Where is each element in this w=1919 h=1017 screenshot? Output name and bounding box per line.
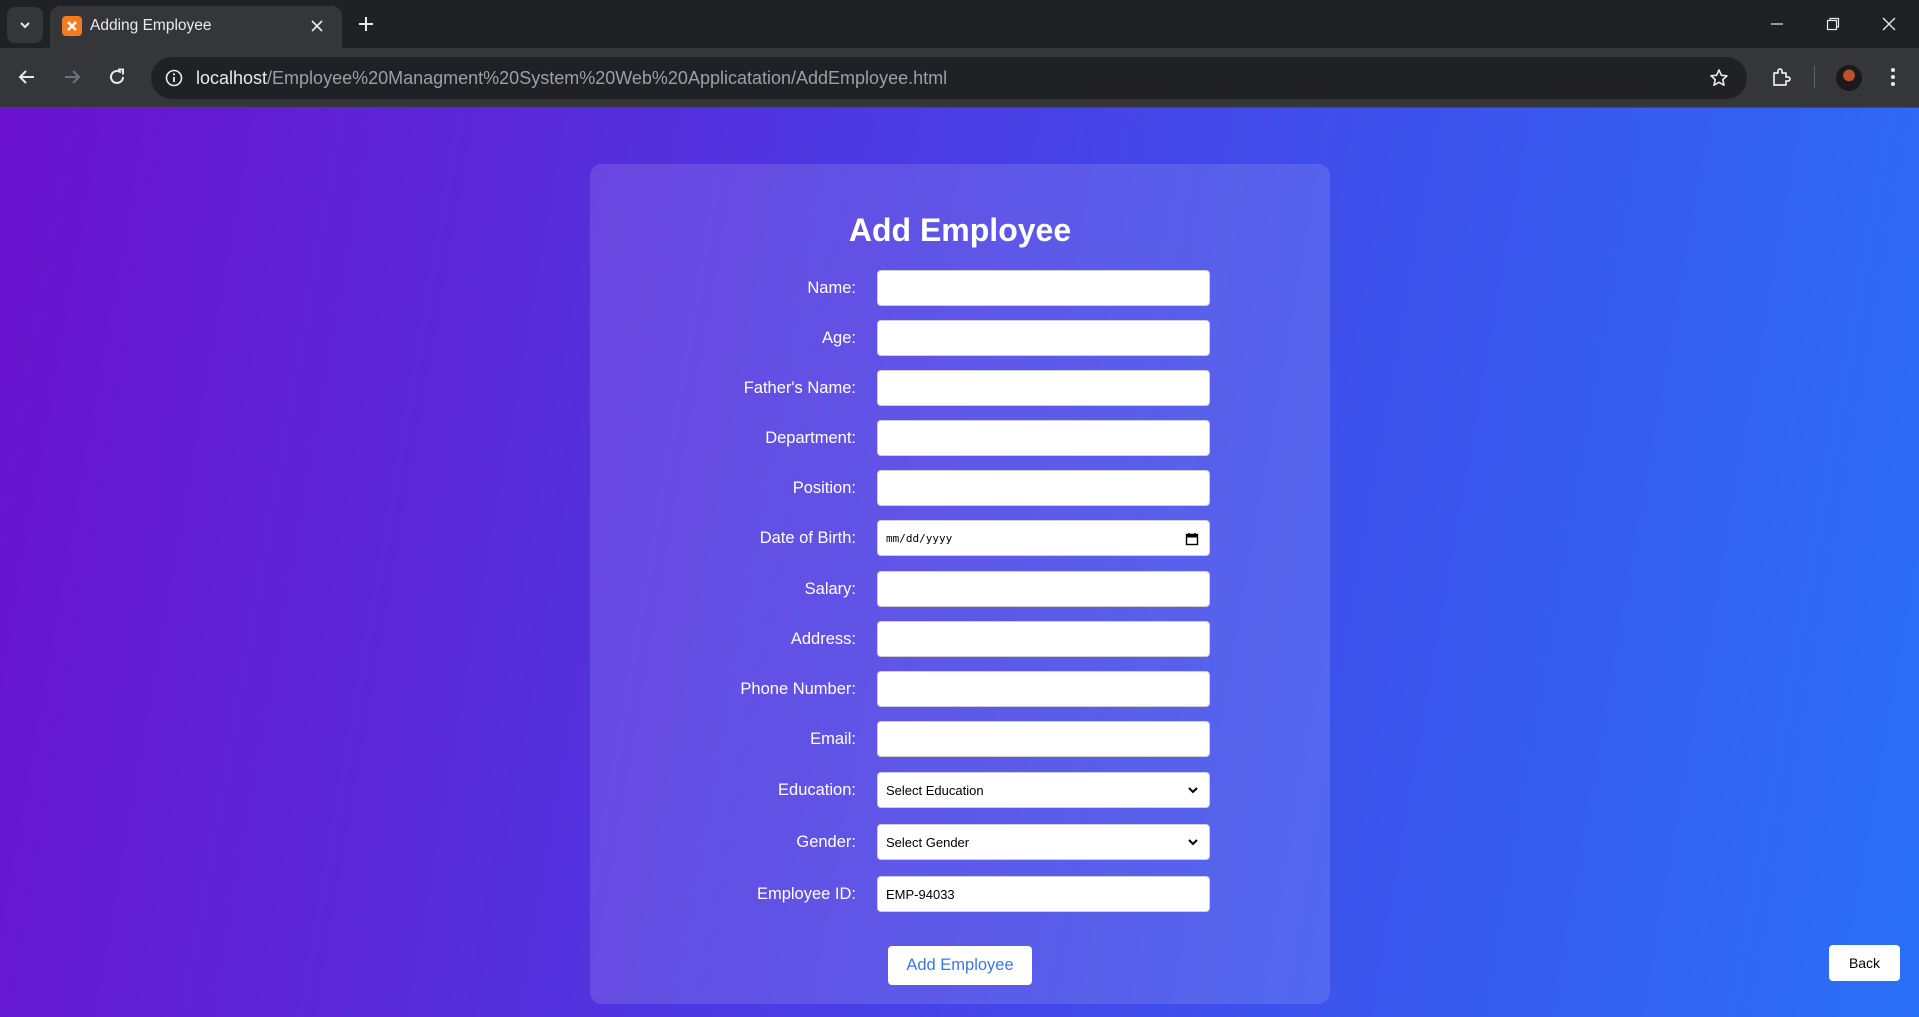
fathers-name-label: Father's Name: (743, 379, 856, 397)
arrow-right-icon (65, 70, 81, 84)
more-vertical-icon (1891, 68, 1895, 86)
form-card: Add Employee Name: Age: Father's Name: D… (590, 164, 1330, 1004)
fathers-name-input[interactable] (877, 370, 1210, 406)
position-label: Position: (792, 479, 856, 497)
extensions-button[interactable] (1765, 61, 1797, 93)
tab-search-button[interactable] (7, 7, 43, 43)
email-label: Email: (810, 730, 856, 748)
back-button[interactable]: Back (1829, 945, 1900, 981)
department-label: Department: (765, 429, 856, 447)
form-title: Add Employee (848, 212, 1072, 248)
calendar-icon[interactable] (1185, 532, 1199, 546)
form-row-date-of-birth: Date of Birth: mm/dd/yyyy (590, 520, 1330, 556)
profile-avatar[interactable] (1836, 65, 1862, 91)
age-input[interactable] (877, 320, 1210, 356)
education-selected-value: Select Education (886, 782, 984, 798)
form-row-department: Department: (590, 420, 1330, 456)
chevron-down-icon (1188, 839, 1198, 846)
url-host: localhost (196, 68, 268, 88)
add-employee-button[interactable]: Add Employee (888, 946, 1032, 985)
age-label: Age: (822, 329, 856, 347)
department-input[interactable] (877, 420, 1210, 456)
bookmark-star-icon[interactable] (1707, 66, 1731, 90)
chevron-down-icon (20, 22, 30, 29)
browser-toolbar: localhost/Employee%20Managment%20System%… (0, 48, 1919, 108)
browser-menu-button[interactable] (1877, 61, 1909, 93)
education-select[interactable]: Select Education (877, 772, 1210, 808)
chevron-down-icon (1188, 787, 1198, 794)
education-label: Education: (778, 781, 856, 799)
plus-icon (359, 17, 373, 31)
employee-id-input[interactable]: EMP-94033 (877, 876, 1210, 912)
close-tab-icon[interactable] (306, 15, 328, 37)
form-row-age: Age: (590, 320, 1330, 356)
url-path: /Employee%20Managment%20System%20Web%20A… (267, 68, 948, 88)
name-label: Name: (807, 279, 856, 297)
forward-nav-button[interactable] (56, 61, 88, 93)
form-row-phone-number: Phone Number: (590, 671, 1330, 707)
gender-select[interactable]: Select Gender (877, 824, 1210, 860)
date-of-birth-input[interactable]: mm/dd/yyyy (877, 520, 1210, 556)
form-row-employee-id: Employee ID: EMP-94033 (590, 876, 1330, 912)
date-of-birth-label: Date of Birth: (759, 529, 856, 547)
date-placeholder: mm/dd/yyyy (886, 531, 953, 545)
minimize-button[interactable] (1749, 0, 1805, 48)
tab-title: Adding Employee (90, 17, 212, 34)
tab-strip: Adding Employee (0, 0, 1919, 48)
arrow-left-icon (18, 70, 34, 84)
browser-tab[interactable]: Adding Employee (50, 6, 342, 48)
address-input[interactable] (877, 621, 1210, 657)
form-row-fathers-name: Father's Name: (590, 370, 1330, 406)
salary-input[interactable] (877, 571, 1210, 607)
new-tab-button[interactable] (352, 10, 380, 38)
form-row-gender: Gender: Select Gender (590, 824, 1330, 860)
gender-label: Gender: (796, 833, 856, 851)
position-input[interactable] (877, 470, 1210, 506)
reload-icon (110, 68, 124, 84)
close-icon (1882, 17, 1896, 31)
site-info-icon[interactable] (161, 65, 187, 91)
name-input[interactable] (877, 270, 1210, 306)
minimize-icon (1771, 23, 1783, 25)
phone-number-input[interactable] (877, 671, 1210, 707)
form-row-salary: Salary: (590, 571, 1330, 607)
form-row-position: Position: (590, 470, 1330, 506)
form-row-address: Address: (590, 621, 1330, 657)
gender-selected-value: Select Gender (886, 834, 970, 850)
puzzle-icon (1773, 68, 1791, 86)
form-row-email: Email: (590, 721, 1330, 757)
address-label: Address: (790, 630, 856, 648)
reload-button[interactable] (101, 61, 133, 93)
form-row-education: Education: Select Education (590, 772, 1330, 808)
form-row-name: Name: (590, 270, 1330, 306)
restore-button[interactable] (1805, 0, 1861, 48)
email-input[interactable] (877, 721, 1210, 757)
page-background: Add Employee Name: Age: Father's Name: D… (0, 108, 1919, 1017)
restore-icon (1826, 17, 1840, 31)
toolbar-divider (1814, 66, 1815, 88)
url-text: localhost/Employee%20Managment%20System%… (196, 68, 947, 89)
phone-number-label: Phone Number: (740, 680, 856, 698)
xampp-icon (62, 16, 82, 36)
close-window-button[interactable] (1861, 0, 1917, 48)
employee-id-label: Employee ID: (756, 885, 856, 903)
address-bar[interactable]: localhost/Employee%20Managment%20System%… (151, 57, 1747, 99)
salary-label: Salary: (804, 580, 856, 598)
back-nav-button[interactable] (11, 61, 43, 93)
